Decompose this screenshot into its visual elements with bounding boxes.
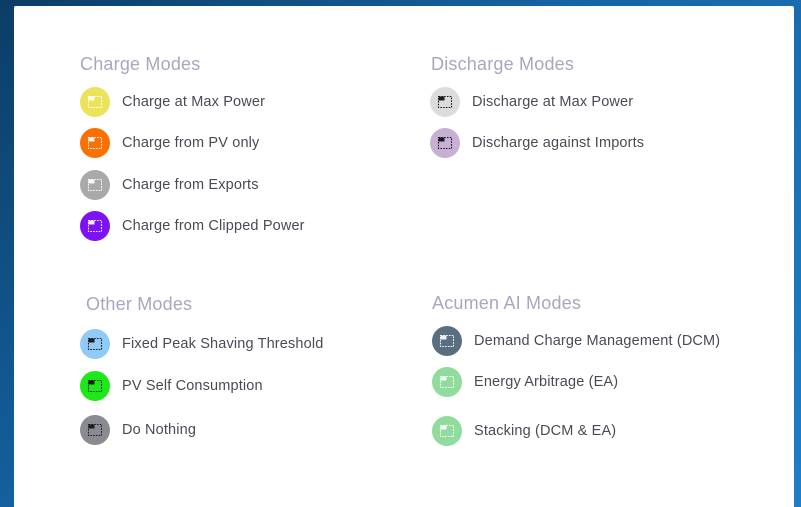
mode-item[interactable]: Charge at Max Power [80,87,265,117]
mode-label: Charge from Exports [122,177,259,193]
mode-label: Energy Arbitrage (EA) [474,374,619,390]
battery-icon [80,211,110,241]
battery-icon [80,128,110,158]
battery-icon [80,415,110,445]
battery-icon [430,87,460,117]
battery-icon [80,87,110,117]
mode-item[interactable]: Discharge at Max Power [430,87,633,117]
mode-item[interactable]: PV Self Consumption [80,371,263,401]
mode-item[interactable]: Demand Charge Management (DCM) [432,326,720,356]
mode-label: Fixed Peak Shaving Threshold [122,336,324,352]
modes-legend-panel: Charge Modes Charge at Max Power Charge … [14,6,794,507]
mode-item[interactable]: Energy Arbitrage (EA) [432,367,618,397]
mode-label: Do Nothing [122,422,197,438]
mode-item[interactable]: Charge from Exports [80,170,259,200]
battery-icon [430,128,460,158]
mode-label: Stacking (DCM & EA) [474,423,617,439]
discharge-modes-title: Discharge Modes [431,54,575,74]
mode-label: Charge from PV only [122,135,260,151]
mode-item[interactable]: Charge from Clipped Power [80,211,305,241]
mode-item[interactable]: Discharge against Imports [430,128,644,158]
charge-modes-title: Charge Modes [80,54,201,74]
acumen-ai-modes-title: Acumen AI Modes [432,293,582,313]
mode-label: Demand Charge Management (DCM) [474,333,721,349]
battery-icon [80,170,110,200]
battery-icon [432,367,462,397]
mode-label: Discharge against Imports [472,135,645,151]
mode-item[interactable]: Do Nothing [80,415,196,445]
mode-label: Discharge at Max Power [472,94,634,110]
mode-item[interactable]: Stacking (DCM & EA) [432,416,616,446]
battery-icon [432,326,462,356]
mode-item[interactable]: Fixed Peak Shaving Threshold [80,329,323,359]
battery-icon [80,371,110,401]
battery-icon [80,329,110,359]
mode-label: Charge at Max Power [122,94,266,110]
other-modes-title: Other Modes [86,294,193,314]
mode-label: Charge from Clipped Power [122,218,305,234]
mode-label: PV Self Consumption [122,378,263,394]
mode-item[interactable]: Charge from PV only [80,128,259,158]
battery-icon [432,416,462,446]
